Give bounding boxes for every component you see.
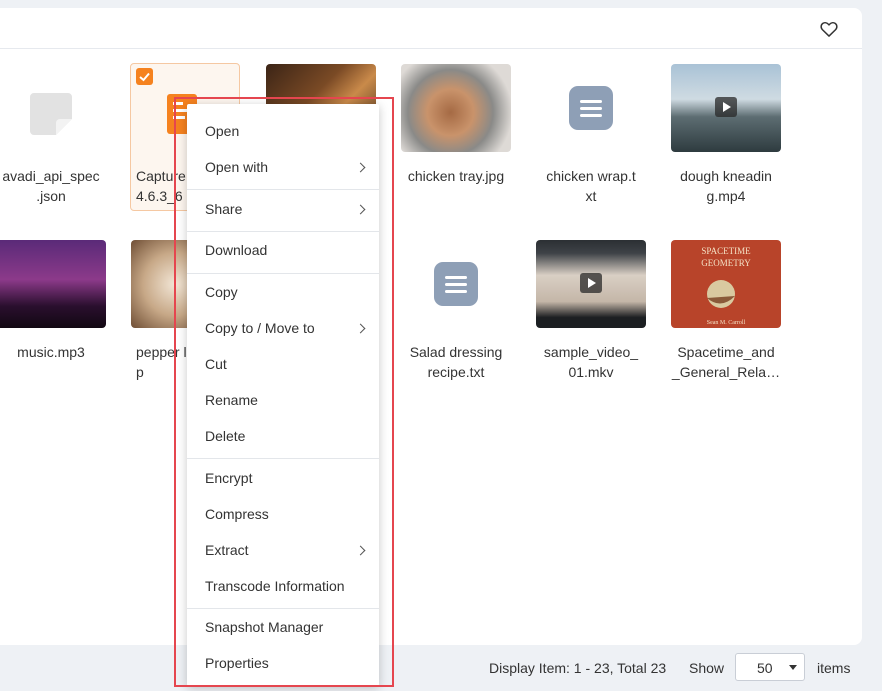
json-file-thumbnail bbox=[0, 64, 106, 152]
file-tile[interactable]: SPACETIME GEOMETRY Sean M. Carroll Space… bbox=[671, 240, 781, 388]
video-thumbnail bbox=[671, 64, 781, 152]
menu-item-properties[interactable]: Properties bbox=[187, 646, 379, 682]
play-icon bbox=[580, 273, 602, 293]
menu-divider bbox=[187, 608, 379, 609]
menu-item-label: Share bbox=[205, 201, 243, 217]
book-cover-subtitle: GEOMETRY bbox=[701, 258, 751, 268]
text-file-thumbnail bbox=[401, 240, 511, 328]
menu-item-transcode-information[interactable]: Transcode Information bbox=[187, 569, 379, 605]
menu-item-label: Compress bbox=[205, 506, 269, 522]
page-size-value: 50 bbox=[757, 660, 773, 676]
menu-item-snapshot-manager[interactable]: Snapshot Manager bbox=[187, 610, 379, 646]
file-tile[interactable]: dough kneadin g.mp4 bbox=[671, 64, 781, 212]
show-label: Show bbox=[689, 660, 725, 676]
toolbar bbox=[0, 8, 862, 49]
menu-item-share[interactable]: Share bbox=[187, 192, 379, 228]
file-name: sample_video_ 01.mkv bbox=[543, 344, 639, 380]
file-tile[interactable]: music.mp3 bbox=[0, 240, 106, 388]
image-thumbnail bbox=[401, 64, 511, 152]
pagination-footer: Display Item: 1 - 23, Total 23 Show 50 i… bbox=[0, 645, 882, 691]
file-icon bbox=[30, 93, 72, 135]
menu-item-open[interactable]: Open bbox=[187, 114, 379, 150]
file-name: dough kneadin g.mp4 bbox=[680, 168, 772, 204]
chevron-right-icon bbox=[355, 323, 366, 334]
page-size-select[interactable]: 50 bbox=[735, 653, 805, 681]
menu-divider bbox=[187, 189, 379, 190]
file-name: chicken tray.jpg bbox=[407, 168, 505, 184]
menu-item-label: Rename bbox=[205, 392, 258, 408]
book-cover-author: Sean M. Carroll bbox=[707, 320, 746, 326]
display-item-count: Display Item: 1 - 23, Total 23 bbox=[489, 660, 667, 676]
file-tile[interactable]: chicken wrap.t xt bbox=[536, 64, 646, 212]
menu-divider bbox=[187, 273, 379, 274]
chevron-right-icon bbox=[355, 545, 366, 556]
menu-item-delete[interactable]: Delete bbox=[187, 419, 379, 455]
video-thumbnail bbox=[536, 240, 646, 328]
file-browser-panel: avadi_api_spec .json Capture 4.6.3_6 chi… bbox=[0, 8, 862, 645]
menu-item-label: Properties bbox=[205, 655, 269, 671]
menu-divider bbox=[187, 458, 379, 459]
menu-item-label: Transcode Information bbox=[205, 578, 345, 594]
chevron-right-icon bbox=[355, 162, 366, 173]
items-label: items bbox=[817, 660, 851, 676]
caret-down-icon bbox=[789, 665, 797, 670]
menu-item-download[interactable]: Download bbox=[187, 233, 379, 269]
file-tile[interactable]: Salad dressing recipe.txt bbox=[401, 240, 511, 388]
text-file-thumbnail bbox=[536, 64, 646, 152]
play-icon bbox=[715, 97, 737, 117]
context-menu: Open Open with Share Download Copy Copy … bbox=[187, 104, 379, 686]
file-name: Salad dressing recipe.txt bbox=[409, 344, 503, 380]
file-tile[interactable]: avadi_api_spec .json bbox=[0, 64, 106, 212]
book-cover-thumbnail: SPACETIME GEOMETRY Sean M. Carroll bbox=[671, 240, 781, 328]
file-name: Spacetime_and _General_Rela… bbox=[671, 344, 781, 380]
file-name: chicken wrap.t xt bbox=[546, 168, 636, 204]
book-cover-title: SPACETIME bbox=[701, 246, 751, 256]
text-file-icon bbox=[434, 262, 478, 306]
file-name: music.mp3 bbox=[17, 344, 85, 360]
file-name: avadi_api_spec .json bbox=[2, 168, 100, 204]
file-tile[interactable]: chicken tray.jpg bbox=[401, 64, 511, 212]
heart-icon[interactable] bbox=[819, 19, 839, 39]
menu-item-label: Copy bbox=[205, 284, 238, 300]
menu-item-label: Extract bbox=[205, 542, 249, 558]
menu-item-rename[interactable]: Rename bbox=[187, 383, 379, 419]
menu-item-label: Snapshot Manager bbox=[205, 619, 324, 635]
chevron-right-icon bbox=[355, 204, 366, 215]
menu-divider bbox=[187, 231, 379, 232]
menu-item-label: Delete bbox=[205, 428, 246, 444]
file-tile[interactable]: sample_video_ 01.mkv bbox=[536, 240, 646, 388]
menu-item-extract[interactable]: Extract bbox=[187, 533, 379, 569]
menu-item-label: Cut bbox=[205, 356, 227, 372]
menu-item-encrypt[interactable]: Encrypt bbox=[187, 461, 379, 497]
menu-item-label: Open with bbox=[205, 159, 269, 175]
menu-item-label: Open bbox=[205, 123, 240, 139]
text-file-icon bbox=[569, 86, 613, 130]
audio-thumbnail bbox=[0, 240, 106, 328]
menu-item-compress[interactable]: Compress bbox=[187, 497, 379, 533]
menu-item-label: Download bbox=[205, 242, 268, 258]
menu-item-label: Encrypt bbox=[205, 470, 253, 486]
menu-item-copy-move-to[interactable]: Copy to / Move to bbox=[187, 311, 379, 347]
menu-item-copy[interactable]: Copy bbox=[187, 275, 379, 311]
menu-item-cut[interactable]: Cut bbox=[187, 347, 379, 383]
menu-item-label: Copy to / Move to bbox=[205, 320, 315, 336]
menu-item-open-with[interactable]: Open with bbox=[187, 150, 379, 186]
book-cover-art: SPACETIME GEOMETRY Sean M. Carroll bbox=[701, 246, 751, 326]
